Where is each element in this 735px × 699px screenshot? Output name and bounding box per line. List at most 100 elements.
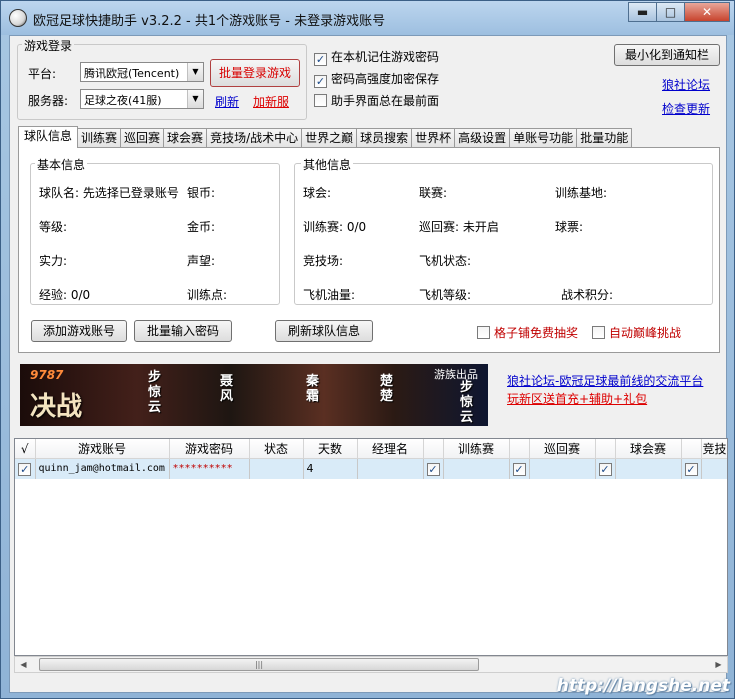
horizontal-scrollbar[interactable]: ◀ ||| ▶ <box>14 656 728 673</box>
row-training-checkbox[interactable]: ✓ <box>426 463 440 477</box>
minimize-button[interactable]: ▬ <box>628 2 656 22</box>
row-club-checkbox[interactable]: ✓ <box>598 463 612 477</box>
row-account: quinn_jam@hotmail.com <box>35 458 170 479</box>
row-password: ********** <box>169 458 250 479</box>
forum-promo-link[interactable]: 狼社论坛-欧冠足球最前线的交流平台 <box>507 372 703 389</box>
remember-password-checkbox[interactable]: ✓ <box>314 53 327 66</box>
row-tour-value <box>529 458 596 479</box>
forum-link[interactable]: 狼社论坛 <box>662 76 710 93</box>
silver-label: 银币: <box>187 186 216 200</box>
training-match-label: 训练赛: <box>303 220 344 234</box>
tab-world-cup[interactable]: 世界杯 <box>411 128 456 148</box>
row-manager <box>357 458 424 479</box>
tab-advanced[interactable]: 高级设置 <box>454 128 511 148</box>
row-arena-checkbox[interactable]: ✓ <box>684 463 698 477</box>
column-header-training[interactable]: 训练赛 <box>443 439 510 459</box>
tab-arena-tactics[interactable]: 竞技场/战术中心 <box>206 128 303 148</box>
close-button[interactable]: ✕ <box>684 2 730 22</box>
refresh-server-link[interactable]: 刷新 <box>215 93 239 110</box>
tab-world-peak[interactable]: 世界之巅 <box>301 128 358 148</box>
encrypt-password-checkbox[interactable]: ✓ <box>314 75 327 88</box>
row-training-toggle-cell[interactable]: ✓ <box>423 458 444 479</box>
banner-hero: 步惊云 <box>460 380 474 425</box>
game-ad-banner[interactable]: 9787 决战 步惊云 聂风 秦霜 楚楚 游族出品 步惊云 <box>20 364 488 426</box>
club-label: 球会: <box>303 186 332 200</box>
column-header-days[interactable]: 天数 <box>303 439 358 459</box>
column-header-blank[interactable] <box>681 439 702 459</box>
banner-game-logo: 9787 <box>30 368 64 382</box>
column-header-password[interactable]: 游戏密码 <box>169 439 250 459</box>
table-header-row: √ 游戏账号 游戏密码 状态 天数 经理名 训练赛 巡回赛 球会赛 竞技 <box>15 439 727 459</box>
row-training-value <box>443 458 510 479</box>
gold-label: 金币: <box>187 220 216 234</box>
scroll-thumb[interactable]: ||| <box>39 658 479 671</box>
scroll-right-icon[interactable]: ▶ <box>710 657 727 672</box>
batch-password-button[interactable]: 批量输入密码 <box>134 320 232 342</box>
encrypt-password-option[interactable]: ✓ 密码高强度加密保存 <box>314 70 439 88</box>
column-header-account[interactable]: 游戏账号 <box>35 439 170 459</box>
banner-character-4: 楚楚 <box>380 374 394 404</box>
free-draw-label: 格子铺免费抽奖 <box>494 326 579 340</box>
add-server-link[interactable]: 加新服 <box>253 93 289 110</box>
plane-fuel-label: 飞机油量: <box>303 288 356 302</box>
server-select[interactable]: 足球之夜(41服) ▼ <box>80 89 204 109</box>
column-header-club[interactable]: 球会赛 <box>615 439 682 459</box>
auto-challenge-checkbox[interactable] <box>592 326 605 339</box>
column-header-status[interactable]: 状态 <box>249 439 304 459</box>
always-on-top-label: 助手界面总在最前面 <box>331 94 440 108</box>
always-on-top-option[interactable]: 助手界面总在最前面 <box>314 92 439 109</box>
remember-password-option[interactable]: ✓ 在本机记住游戏密码 <box>314 48 439 66</box>
ticket-label: 球票: <box>555 220 584 234</box>
banner-game-title: 决战 <box>30 392 83 422</box>
batch-login-button[interactable]: 批量登录游戏 <box>210 59 300 87</box>
row-select-checkbox[interactable]: ✓ <box>18 463 32 477</box>
refresh-team-button[interactable]: 刷新球队信息 <box>275 320 373 342</box>
tab-team-info[interactable]: 球队信息 <box>18 126 79 148</box>
table-row[interactable]: ✓ quinn_jam@hotmail.com ********** 4 ✓ ✓… <box>15 458 727 479</box>
row-club-toggle-cell[interactable]: ✓ <box>595 458 616 479</box>
exp-label: 经验: <box>39 288 68 302</box>
chevron-down-icon: ▼ <box>187 90 203 108</box>
minimize-to-tray-button[interactable]: 最小化到通知栏 <box>614 44 720 66</box>
column-header-blank[interactable] <box>423 439 444 459</box>
title-bar[interactable]: 欧冠足球快捷助手 v3.2.2 - 共1个游戏账号 - 未登录游戏账号 ▬ □ … <box>1 1 734 35</box>
column-header-select[interactable]: √ <box>15 439 36 459</box>
scroll-left-icon[interactable]: ◀ <box>15 657 32 672</box>
platform-label: 平台: <box>28 67 57 81</box>
level-label: 等级: <box>39 220 68 234</box>
plane-level-label: 飞机等级: <box>419 288 472 302</box>
column-header-blank[interactable] <box>509 439 530 459</box>
column-header-manager[interactable]: 经理名 <box>357 439 424 459</box>
column-header-arena[interactable]: 竞技 <box>701 439 727 459</box>
platform-select-value: 腾讯欧冠(Tencent) <box>84 67 180 80</box>
new-server-promo-link[interactable]: 玩新区送首充+辅助+礼包 <box>507 390 647 407</box>
training-points-label: 训练点: <box>187 288 228 302</box>
team-name-label: 球队名: <box>39 186 80 200</box>
row-tour-toggle-cell[interactable]: ✓ <box>509 458 530 479</box>
column-header-blank[interactable] <box>595 439 616 459</box>
column-header-tour[interactable]: 巡回赛 <box>529 439 596 459</box>
always-on-top-checkbox[interactable] <box>314 94 327 107</box>
prestige-label: 声望: <box>187 254 216 268</box>
platform-select[interactable]: 腾讯欧冠(Tencent) ▼ <box>80 62 204 82</box>
tab-club-match[interactable]: 球会赛 <box>163 128 208 148</box>
row-arena-toggle-cell[interactable]: ✓ <box>681 458 702 479</box>
arena-label: 竞技场: <box>303 254 344 268</box>
check-update-link[interactable]: 检查更新 <box>662 100 710 117</box>
row-tour-checkbox[interactable]: ✓ <box>512 463 526 477</box>
tab-batch[interactable]: 批量功能 <box>576 128 633 148</box>
tab-single-account[interactable]: 单账号功能 <box>509 128 578 148</box>
auto-challenge-option[interactable]: 自动巅峰挑战 <box>592 324 681 341</box>
row-select-cell[interactable]: ✓ <box>15 458 36 479</box>
tour-label: 巡回赛: <box>419 220 460 234</box>
free-draw-checkbox[interactable] <box>477 326 490 339</box>
encrypt-password-label: 密码高强度加密保存 <box>331 72 440 86</box>
basic-info-title: 基本信息 <box>35 156 88 173</box>
training-match-value: 0/0 <box>346 220 367 234</box>
free-draw-option[interactable]: 格子铺免费抽奖 <box>477 324 578 341</box>
tab-player-search[interactable]: 球员搜索 <box>356 128 413 148</box>
tab-tour[interactable]: 巡回赛 <box>120 128 165 148</box>
maximize-button[interactable]: □ <box>656 2 684 22</box>
add-account-button[interactable]: 添加游戏账号 <box>31 320 127 342</box>
tab-training[interactable]: 训练赛 <box>77 128 122 148</box>
